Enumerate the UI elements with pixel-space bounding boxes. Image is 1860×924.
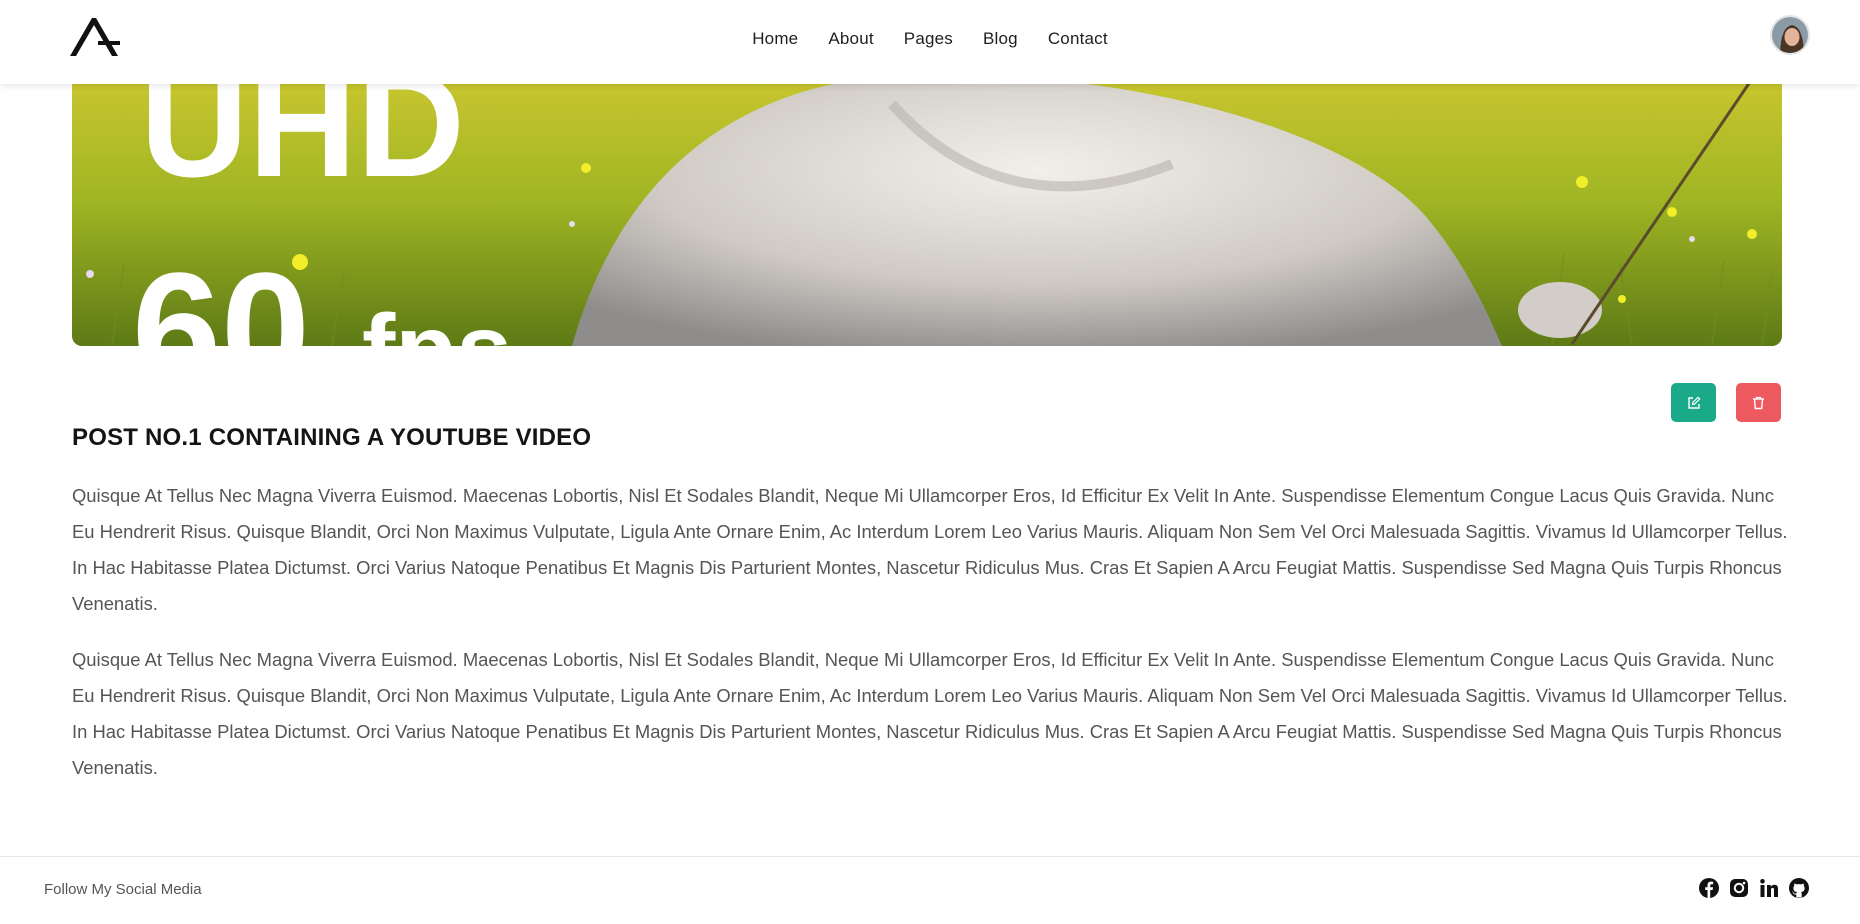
main-nav: Home About Pages Blog Contact <box>0 0 1860 78</box>
nav-pages[interactable]: Pages <box>904 29 953 49</box>
instagram-icon[interactable] <box>1728 877 1750 899</box>
site-footer: Follow My Social Media <box>0 856 1860 924</box>
linkedin-icon[interactable] <box>1758 877 1780 899</box>
hero-overlay-line3: fps <box>362 294 512 346</box>
post-title: POST NO.1 CONTAINING A YOUTUBE VIDEO <box>72 424 592 451</box>
nav-about[interactable]: About <box>828 29 873 49</box>
site-header: Home About Pages Blog Contact <box>0 0 1860 84</box>
facebook-icon[interactable] <box>1698 877 1720 899</box>
github-icon[interactable] <box>1788 877 1810 899</box>
hero-overlay-line2: 60 <box>132 239 310 346</box>
nav-contact[interactable]: Contact <box>1048 29 1108 49</box>
trash-icon <box>1753 396 1764 409</box>
post-paragraph: Quisque At Tellus Nec Magna Viverra Euis… <box>72 649 1788 778</box>
nav-blog[interactable]: Blog <box>983 29 1018 49</box>
edit-icon <box>1687 395 1701 409</box>
post-paragraph: Quisque At Tellus Nec Magna Viverra Euis… <box>72 485 1788 614</box>
user-avatar[interactable] <box>1770 15 1810 55</box>
hero-image: UHD 60 fps <box>72 84 1782 346</box>
follow-social-text: Follow My Social Media <box>44 881 202 898</box>
delete-post-button[interactable] <box>1736 383 1781 422</box>
hero-overlay-line1: UHD <box>140 84 465 208</box>
nav-home[interactable]: Home <box>752 29 798 49</box>
hero-video-thumbnail[interactable]: UHD 60 fps <box>72 84 1782 346</box>
edit-post-button[interactable] <box>1671 383 1716 422</box>
